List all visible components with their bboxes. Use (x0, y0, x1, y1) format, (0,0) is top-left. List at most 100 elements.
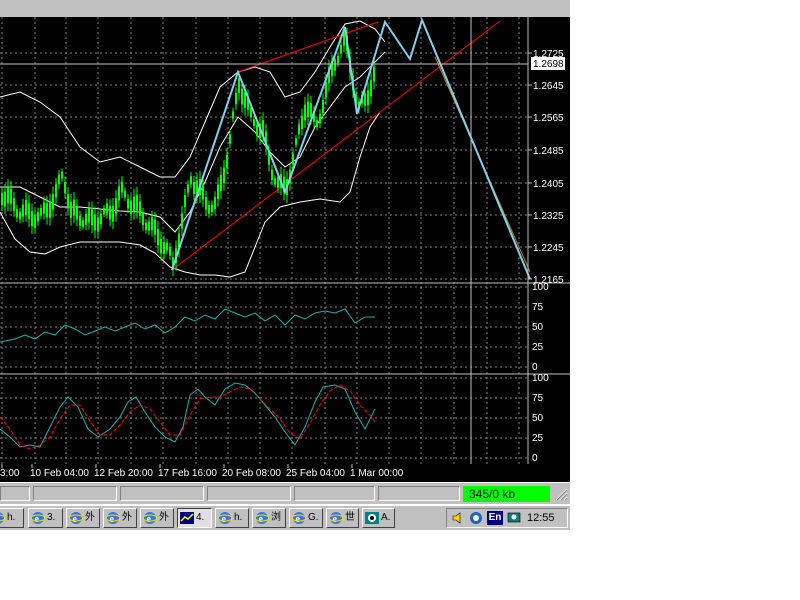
candle-body (220, 175, 222, 192)
candle-body (373, 66, 375, 82)
candle-body (181, 213, 183, 229)
candle-body (184, 195, 186, 208)
candle-body (61, 171, 63, 179)
taskbar-button[interactable]: e外 (140, 508, 174, 528)
candle-body (130, 200, 132, 214)
candle-body (7, 187, 9, 204)
candle-body (52, 194, 54, 210)
network-icon[interactable] (468, 511, 484, 525)
candle-body (22, 204, 24, 217)
candle-body (70, 201, 72, 218)
candle-body (133, 196, 135, 213)
monitor-icon[interactable] (507, 511, 521, 525)
candle-body (124, 190, 126, 198)
candle-body (136, 194, 138, 211)
candle-body (226, 154, 228, 168)
candle-body (100, 213, 102, 225)
taskbar-button-label: 外 (122, 512, 132, 523)
price-chart-canvas[interactable]: 1.27251.26451.25651.24851.24051.23251.22… (0, 17, 570, 482)
candle-body (28, 203, 30, 220)
time-tick-label: 3:00 (0, 468, 20, 479)
candle-body (370, 80, 372, 97)
status-cell (33, 486, 117, 501)
taskbar-clock[interactable]: 12:55 (527, 509, 555, 528)
candle-body (151, 217, 153, 231)
candle-body (235, 92, 237, 105)
time-tick-label: 17 Feb 16:00 (158, 468, 217, 479)
candle-body (106, 203, 108, 214)
candle-body (67, 194, 69, 209)
price-tick-label: 1.2405 (533, 179, 564, 190)
time-tick-label: 10 Feb 04:00 (30, 468, 89, 479)
candle-body (43, 202, 45, 214)
taskbar-button[interactable]: e 3. (28, 508, 63, 528)
speaker-icon[interactable] (451, 511, 465, 525)
ie-icon: e (292, 512, 306, 525)
taskbar-button[interactable]: eh. (215, 508, 249, 528)
status-cell (120, 486, 204, 501)
candle-body (211, 204, 213, 213)
taskbar-button-label: h. (234, 512, 243, 523)
taskbar-button-label: 3. (47, 512, 56, 523)
taskbar-button[interactable]: e外 (103, 508, 137, 528)
candle-body (223, 167, 225, 183)
candle-body (109, 206, 111, 220)
candle-body (49, 201, 51, 218)
price-tick-label: 1.2325 (533, 211, 564, 222)
candle-body (73, 199, 75, 216)
candle-body (82, 220, 84, 227)
taskbar-button-label: A. (381, 512, 391, 523)
candle-body (214, 197, 216, 209)
candle-body (325, 81, 327, 98)
candle-body (55, 184, 57, 198)
time-tick-label: 25 Feb 04:00 (286, 468, 345, 479)
candle-body (169, 247, 171, 256)
candle-body (112, 205, 114, 222)
svg-text:e: e (110, 514, 115, 525)
taskbar-button[interactable]: e浏 (252, 508, 286, 528)
taskbar-button[interactable]: e外 (66, 508, 100, 528)
ie-icon: e (255, 512, 269, 525)
stochastic-tick-label: 25 (532, 433, 544, 444)
candle-body (94, 214, 96, 231)
candle-body (58, 174, 60, 185)
candle-body (256, 125, 258, 136)
status-cell (378, 486, 460, 501)
time-tick-label: 20 Feb 08:00 (222, 468, 281, 479)
resize-grip-icon[interactable] (553, 486, 568, 502)
candle-body (292, 153, 294, 165)
rsi-line (0, 308, 375, 343)
candle-body (337, 55, 339, 64)
candle-body (295, 138, 297, 145)
taskbar-button-label: 外 (159, 512, 169, 523)
ie-icon: e (106, 512, 120, 525)
taskbar-button[interactable]: e世 (326, 508, 359, 528)
candle-body (298, 124, 300, 135)
candle-body (1, 192, 3, 206)
candle-body (319, 113, 321, 124)
candle-body (340, 44, 342, 54)
language-indicator[interactable]: En (487, 511, 503, 525)
taskbar-button[interactable]: A. (362, 508, 395, 528)
taskbar-button[interactable]: 4. (177, 508, 212, 528)
candle-body (46, 202, 48, 218)
chart-window[interactable]: 1.2725 1.2645 1.2565 1.2485 1.2405 1.2325 1.22… (0, 17, 570, 482)
taskbar-button[interactable]: eh. (0, 508, 24, 528)
taskbar-button-label: 4. (196, 512, 205, 523)
windows-taskbar: eh.e3.e外e外e外4.eh.e浏eG.e世A. En 12:55 (0, 504, 570, 530)
svg-text:e: e (73, 514, 78, 525)
candle-body (121, 181, 123, 193)
candle-body (205, 197, 207, 210)
status-cell (0, 486, 30, 501)
stochastic-tick-label: 0 (532, 453, 538, 464)
system-tray: En 12:55 (446, 508, 568, 528)
candle-body (253, 119, 255, 126)
ie-icon: e (0, 512, 5, 524)
candle-body (163, 242, 165, 254)
price-tick-label: 1.2245 (533, 243, 564, 254)
taskbar-button[interactable]: e G. (289, 508, 323, 528)
time-tick-label: 1 Mar 00:00 (350, 468, 404, 479)
candle-body (10, 188, 12, 204)
candle-body (154, 219, 156, 235)
candle-body (139, 201, 141, 216)
